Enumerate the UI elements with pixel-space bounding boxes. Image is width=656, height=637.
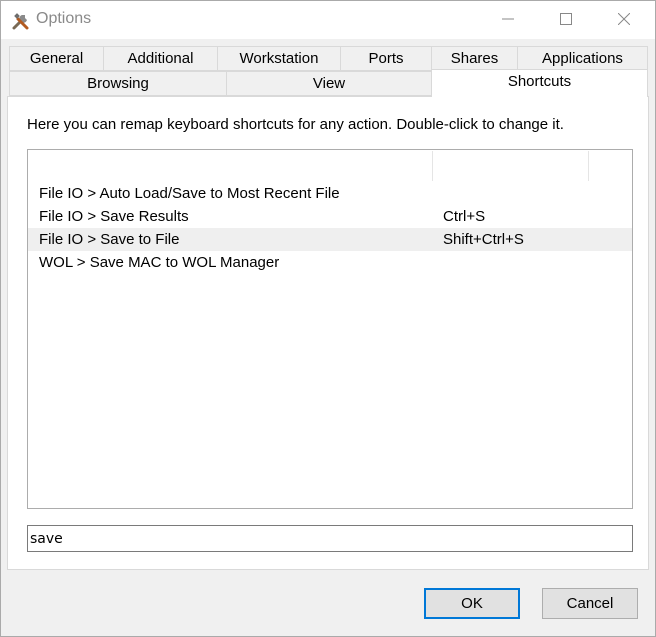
tab-browsing[interactable]: Browsing bbox=[9, 71, 227, 96]
tab-workstation[interactable]: Workstation bbox=[217, 46, 341, 71]
action-name: File IO > Save Results bbox=[39, 208, 189, 225]
shortcuts-list[interactable]: File IO > Auto Load/Save to Most Recent … bbox=[27, 149, 633, 509]
action-name: File IO > Save to File bbox=[39, 231, 180, 248]
title-bar: Options bbox=[1, 1, 655, 39]
minimize-button[interactable] bbox=[485, 1, 531, 39]
maximize-button[interactable] bbox=[543, 1, 589, 39]
list-item[interactable]: File IO > Save Results Ctrl+S bbox=[28, 205, 632, 228]
list-item[interactable]: File IO > Auto Load/Save to Most Recent … bbox=[28, 182, 632, 205]
ok-button[interactable]: OK bbox=[424, 588, 520, 619]
tab-applications[interactable]: Applications bbox=[517, 46, 648, 71]
column-separator[interactable] bbox=[432, 151, 433, 181]
maximize-icon bbox=[560, 12, 572, 29]
shortcuts-panel: Here you can remap keyboard shortcuts fo… bbox=[7, 96, 649, 570]
options-dialog: Options General Additional Workstation P… bbox=[0, 0, 656, 637]
filter-input[interactable] bbox=[27, 525, 633, 552]
tab-view[interactable]: View bbox=[226, 71, 432, 96]
tab-ports[interactable]: Ports bbox=[340, 46, 432, 71]
tools-icon bbox=[10, 10, 32, 32]
shortcut-key: Shift+Ctrl+S bbox=[443, 231, 524, 248]
tab-general[interactable]: General bbox=[9, 46, 104, 71]
instructions-text: Here you can remap keyboard shortcuts fo… bbox=[27, 116, 564, 133]
list-item-selected[interactable]: File IO > Save to File Shift+Ctrl+S bbox=[28, 228, 632, 251]
cancel-button[interactable]: Cancel bbox=[542, 588, 638, 619]
minimize-icon bbox=[502, 12, 514, 29]
list-item[interactable]: WOL > Save MAC to WOL Manager bbox=[28, 251, 632, 274]
tab-additional[interactable]: Additional bbox=[103, 46, 218, 71]
tab-shortcuts[interactable]: Shortcuts bbox=[431, 69, 648, 97]
shortcut-key: Ctrl+S bbox=[443, 208, 486, 225]
tab-shares[interactable]: Shares bbox=[431, 46, 518, 71]
action-name: File IO > Auto Load/Save to Most Recent … bbox=[39, 185, 340, 202]
close-button[interactable] bbox=[601, 1, 647, 39]
action-name: WOL > Save MAC to WOL Manager bbox=[39, 254, 280, 271]
close-icon bbox=[617, 12, 631, 29]
column-separator[interactable] bbox=[588, 151, 589, 181]
window-title: Options bbox=[36, 10, 92, 27]
